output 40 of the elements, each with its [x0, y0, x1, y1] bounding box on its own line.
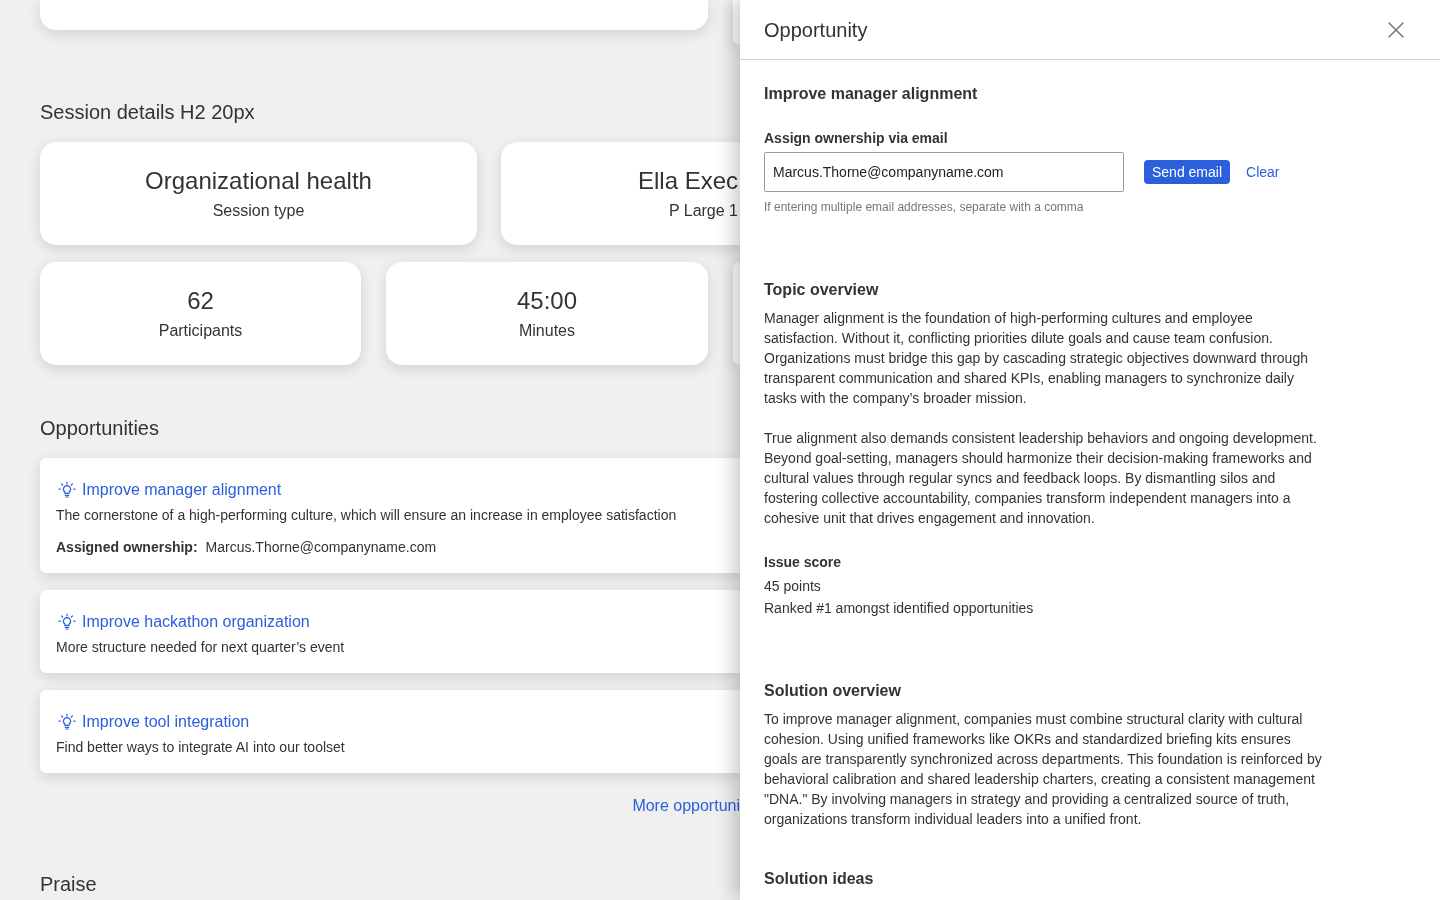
section-heading: Opportunities: [40, 416, 159, 441]
stat-label: Participants: [158, 320, 243, 341]
stat-label: P Large 1: [668, 200, 738, 221]
stat-label: Minutes: [519, 320, 575, 341]
lightbulb-icon: [58, 481, 76, 499]
section-heading: Solution ideas: [764, 869, 874, 889]
stat-value: 62: [187, 285, 214, 316]
lightbulb-icon: [58, 613, 76, 631]
opportunity-heading: Improve manager alignment: [764, 84, 978, 104]
paragraph: Manager alignment is the foundation of high-performing cultures and employee satisfaction. Without it, conflicting priorities dilute goals and cause team confusion. Organizations must bridge this gap by cascading strategic objectives downward through transparent communication and shared KPIs, enabling managers to synchronize daily tasks with the company’s broader mission.: [764, 309, 1309, 408]
opportunity-link[interactable]: Improve manager alignment: [82, 478, 282, 502]
field-hint: If entering multiple email addresses, separate with a comma: [764, 199, 1084, 215]
section-heading: Session details H2 20px: [40, 100, 255, 125]
paragraph: To improve manager alignment, companies must combine structural clarity with cultural cohesion. Using unified frameworks like OKRs and standardized briefing kits ensures goals are transparently synchronized across departments. This foundation is reinforced by behavioral calibration and shared leadership charters, creating a consistent management "DNA." By involving managers in strategy and providing a centralized source of truth, organizations transform individual leaders into a unified front.: [764, 710, 1323, 829]
opportunity-description: The cornerstone of a high-performing culture, which will ensure an increase in employee satisfaction: [56, 506, 678, 525]
stat-value: 45:00: [516, 285, 578, 316]
opportunity-description: More structure needed for next quarter’s event: [56, 638, 346, 657]
section-heading: Topic overview: [764, 280, 879, 300]
section-heading: Solution overview: [764, 681, 901, 701]
send-email-button[interactable]: Send email: [1144, 160, 1231, 184]
stat-value: Ella Exec: [637, 165, 738, 196]
paragraph: True alignment also demands consistent leadership behaviors and ongoing development. Beyond goal-setting, managers should harmonize their decision-making frameworks and cultural values through regular syncs and feedback loops. By dismantling silos and fostering collective accountability, companies transform independent managers into a cohesive unit that drives engagement and innovation.: [764, 429, 1318, 528]
field-label: Assign ownership via email: [764, 129, 948, 148]
owner-label: Assigned ownership:: [56, 538, 198, 557]
clear-link[interactable]: Clear: [1246, 162, 1280, 182]
close-icon[interactable]: [1388, 21, 1404, 38]
section-heading: Praise: [40, 872, 97, 897]
opportunity-link[interactable]: Improve tool integration: [82, 710, 250, 734]
opportunity-link[interactable]: Improve hackathon organization: [82, 610, 310, 634]
section-heading: Issue score: [764, 553, 842, 572]
more-link[interactable]: More opportuni: [632, 794, 740, 818]
panel-title: Opportunity: [764, 17, 868, 43]
stat-label: Session type: [212, 200, 305, 221]
stat-value: Organizational health: [145, 165, 372, 196]
score-text: Ranked #1 amongst identified opportunities: [764, 599, 1034, 618]
email-input[interactable]: Marcus.Thorne@companyname.com: [764, 152, 1124, 192]
owner-email: Marcus.Thorne@companyname.com: [205, 538, 437, 557]
lightbulb-icon: [58, 713, 76, 731]
opportunity-description: Find better ways to integrate AI into our toolset: [56, 738, 346, 757]
score-text: 45 points: [764, 577, 821, 596]
